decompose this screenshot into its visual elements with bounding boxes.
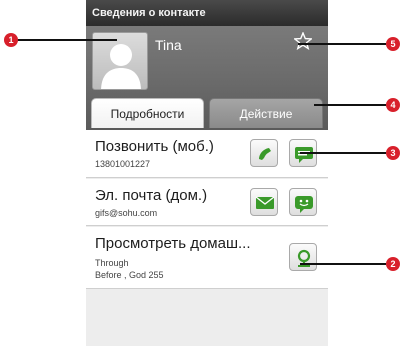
chat-icon <box>295 196 313 213</box>
email-entry[interactable]: Эл. почта (дом.) gifs@sohu.com <box>86 179 328 226</box>
email-entry-address: gifs@sohu.com <box>95 208 158 218</box>
tab-action[interactable]: Действие <box>209 98 323 128</box>
callout-line-2 <box>300 263 386 265</box>
contact-screen: Сведения о контакте Tina Подробности Дей… <box>86 0 328 346</box>
contact-name: Tina <box>155 37 182 53</box>
callout-line-3 <box>300 152 386 154</box>
callout-line-1 <box>17 39 117 41</box>
title-bar: Сведения о контакте <box>86 0 328 26</box>
map-button[interactable] <box>289 243 317 271</box>
contact-header: Tina Подробности Действие <box>86 26 328 130</box>
empty-area <box>86 290 328 346</box>
email-button[interactable] <box>250 188 278 216</box>
address-line-2: Before , God 255 <box>95 270 164 280</box>
call-entry-title: Позвонить (моб.) <box>95 138 214 155</box>
callout-badge-2: 2 <box>386 257 400 271</box>
email-entry-title: Эл. почта (дом.) <box>95 187 208 204</box>
person-silhouette-icon <box>101 44 141 89</box>
address-entry-title: Просмотреть домаш... <box>95 235 251 252</box>
title-bar-text: Сведения о контакте <box>92 7 206 19</box>
callout-badge-4: 4 <box>386 98 400 112</box>
callout-badge-1: 1 <box>4 33 18 47</box>
chat-button[interactable] <box>289 188 317 216</box>
call-button[interactable] <box>250 139 278 167</box>
callout-line-4 <box>314 104 386 106</box>
callout-line-5 <box>298 43 386 45</box>
callout-badge-5: 5 <box>386 37 400 51</box>
address-line-1: Through <box>95 258 129 268</box>
phone-icon <box>259 148 271 160</box>
map-pin-icon <box>297 249 311 267</box>
address-entry[interactable]: Просмотреть домаш... Through Before , Go… <box>86 227 328 289</box>
message-icon <box>295 147 313 163</box>
call-entry-number: 13801001227 <box>95 159 151 169</box>
call-entry[interactable]: Позвонить (моб.) 13801001227 <box>86 130 328 178</box>
star-icon[interactable] <box>294 32 312 50</box>
tab-details[interactable]: Подробности <box>91 98 204 128</box>
envelope-icon <box>255 196 275 209</box>
callout-badge-3: 3 <box>386 146 400 160</box>
